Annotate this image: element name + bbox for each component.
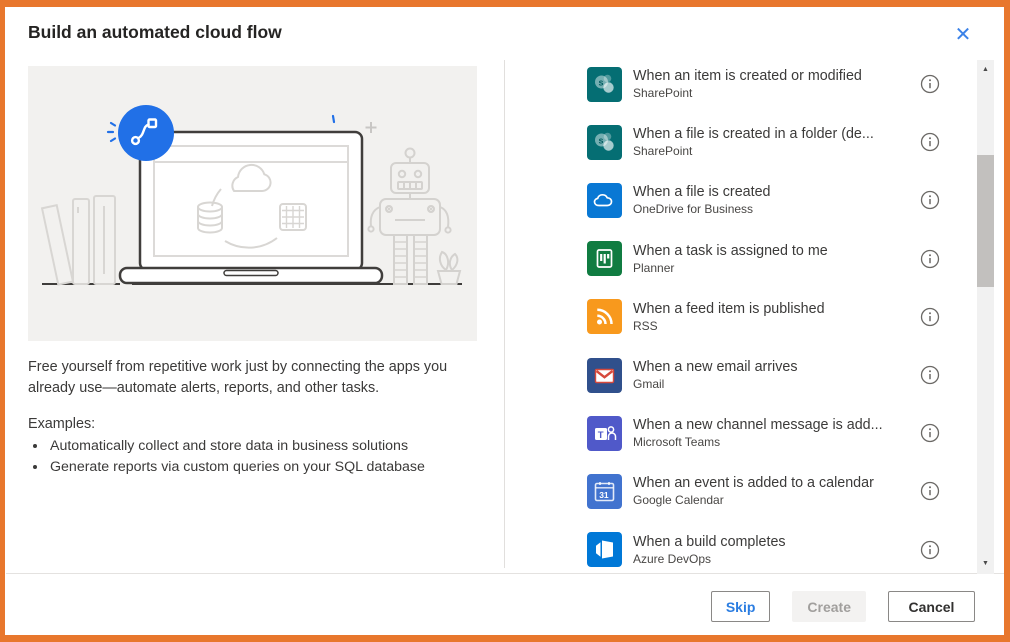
trigger-row[interactable]: When a file is created OneDrive for Busi…: [505, 171, 977, 229]
trigger-app-name: RSS: [633, 319, 825, 333]
trigger-title: When a new channel message is add...: [633, 417, 883, 433]
examples-label: Examples:: [28, 416, 480, 432]
azdevops-icon: [587, 532, 622, 567]
trigger-text: When a task is assigned to me Planner: [633, 243, 828, 275]
footer-divider: [6, 573, 1004, 574]
illustration: [28, 66, 477, 341]
info-icon[interactable]: [920, 481, 940, 501]
scrollbar[interactable]: ▲ ▼: [977, 60, 994, 574]
example-item: Generate reports via custom queries on y…: [48, 457, 480, 478]
sharepoint-icon: s: [587, 67, 622, 102]
scroll-up-icon[interactable]: ▲: [977, 62, 994, 78]
trigger-title: When an item is created or modified: [633, 68, 862, 84]
description-text: Free yourself from repetitive work just …: [28, 357, 454, 399]
info-icon[interactable]: [920, 249, 940, 269]
robot-illustration: [368, 149, 460, 285]
trigger-row[interactable]: s When a file is created in a folder (de…: [505, 113, 977, 171]
trigger-text: When an item is created or modified Shar…: [633, 68, 862, 100]
svg-text:s: s: [599, 135, 604, 145]
trigger-app-name: SharePoint: [633, 86, 862, 100]
trigger-title: When a file is created in a folder (de..…: [633, 126, 874, 142]
onedrive-icon: [587, 183, 622, 218]
trigger-text: When a file is created OneDrive for Busi…: [633, 184, 770, 216]
trigger-title: When a new email arrives: [633, 359, 797, 375]
trigger-title: When a file is created: [633, 184, 770, 200]
dialog-title: Build an automated cloud flow: [28, 22, 282, 43]
info-icon[interactable]: [920, 132, 940, 152]
info-icon[interactable]: [920, 365, 940, 385]
cancel-button[interactable]: Cancel: [888, 591, 975, 622]
left-panel: Free yourself from repetitive work just …: [28, 357, 480, 478]
sharepoint-icon: s: [587, 125, 622, 160]
trigger-app-name: Gmail: [633, 377, 797, 391]
trigger-text: When a file is created in a folder (de..…: [633, 126, 874, 158]
example-item: Automatically collect and store data in …: [48, 436, 480, 457]
info-icon[interactable]: [920, 540, 940, 560]
trigger-text: When a new email arrives Gmail: [633, 359, 797, 391]
svg-text:31: 31: [599, 490, 609, 500]
teams-icon: T: [587, 416, 622, 451]
gcal-icon: 31: [587, 474, 622, 509]
info-icon[interactable]: [920, 423, 940, 443]
info-icon[interactable]: [920, 307, 940, 327]
trigger-row[interactable]: When a build completes Azure DevOps: [505, 521, 977, 575]
trigger-app-name: Google Calendar: [633, 493, 874, 507]
trigger-row[interactable]: When a feed item is published RSS: [505, 288, 977, 346]
trigger-row[interactable]: 31 When an event is added to a calendar …: [505, 462, 977, 520]
svg-text:s: s: [599, 77, 604, 87]
gmail-icon: [587, 358, 622, 393]
trigger-text: When a new channel message is add... Mic…: [633, 417, 883, 449]
trigger-app-name: Microsoft Teams: [633, 435, 883, 449]
trigger-app-name: Azure DevOps: [633, 552, 786, 566]
svg-text:T: T: [598, 430, 604, 441]
trigger-list: s When an item is created or modified Sh…: [505, 55, 977, 574]
trigger-row[interactable]: s When an item is created or modified Sh…: [505, 55, 977, 113]
trigger-title: When a feed item is published: [633, 301, 825, 317]
cloud-flow-illustration: [28, 66, 477, 341]
trigger-text: When a build completes Azure DevOps: [633, 534, 786, 566]
trigger-text: When a feed item is published RSS: [633, 301, 825, 333]
scroll-down-icon[interactable]: ▼: [977, 556, 994, 572]
rss-icon: [587, 299, 622, 334]
trigger-text: When an event is added to a calendar Goo…: [633, 475, 874, 507]
scrollbar-thumb[interactable]: [977, 155, 994, 287]
trigger-app-name: SharePoint: [633, 144, 874, 158]
skip-button[interactable]: Skip: [711, 591, 771, 622]
trigger-app-name: Planner: [633, 261, 828, 275]
flow-badge-icon: [118, 105, 174, 161]
trigger-title: When a build completes: [633, 534, 786, 550]
examples-list: Automatically collect and store data in …: [28, 436, 480, 478]
planner-icon: [587, 241, 622, 276]
close-icon[interactable]: ✕: [948, 20, 978, 50]
trigger-row[interactable]: T When a new channel message is add... M…: [505, 404, 977, 462]
trigger-row[interactable]: When a new email arrives Gmail: [505, 346, 977, 404]
trigger-title: When an event is added to a calendar: [633, 475, 874, 491]
info-icon[interactable]: [920, 74, 940, 94]
trigger-title: When a task is assigned to me: [633, 243, 828, 259]
trigger-app-name: OneDrive for Business: [633, 202, 770, 216]
info-icon[interactable]: [920, 190, 940, 210]
trigger-row[interactable]: When a task is assigned to me Planner: [505, 230, 977, 288]
create-button[interactable]: Create: [792, 591, 866, 622]
books-illustration: [42, 196, 115, 285]
footer: Skip Create Cancel: [711, 591, 975, 622]
